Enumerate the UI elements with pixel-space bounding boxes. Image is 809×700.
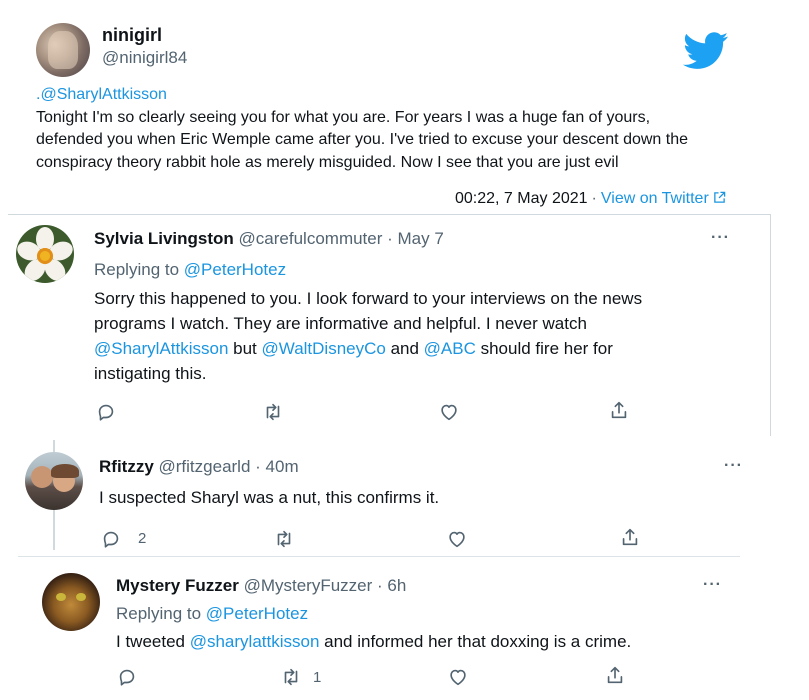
sylvia-avatar[interactable] [16,225,74,283]
reply-handle[interactable]: @rfitzgearld [159,457,251,476]
more-options-icon[interactable]: ··· [724,457,743,475]
reply-time[interactable]: · May 7 [387,229,444,248]
embed-text-line: Tonight I'm so clearly seeing you for wh… [36,108,651,126]
share-icon[interactable] [608,399,630,421]
reply-body: Sorry this happened to you. I look forwa… [94,286,754,386]
embed-display-name[interactable]: ninigirl [102,25,162,46]
twitter-bird-icon[interactable] [683,32,729,70]
replying-prefix: Replying to [94,260,180,279]
reply-count: 2 [138,530,147,547]
reply-icon[interactable] [95,401,117,423]
embed-timestamp[interactable]: 00:22, 7 May 2021 [455,190,588,207]
body-text: but [228,339,262,358]
reply-body-line: @SharylAttkisson but @WaltDisneyCo and @… [94,336,754,361]
reply-header: Rfitzzy @rfitzgearld · 40m [99,457,299,477]
share-icon[interactable] [619,526,641,548]
reply-display-name[interactable]: Mystery Fuzzer [116,576,239,595]
reply-handle[interactable]: @MysteryFuzzer [244,576,373,595]
embed-mention[interactable]: .@SharylAttkisson [36,84,756,107]
reply-header: Sylvia Livingston @carefulcommuter · May… [94,229,444,249]
reply-icon[interactable] [116,666,138,688]
reply-time[interactable]: · 6h [377,576,406,595]
rfitzzy-avatar[interactable] [25,452,83,510]
embed-text-line: defended you when Eric Wemple came after… [36,131,689,148]
mention-sharylattkisson[interactable]: @SharylAttkisson [94,339,228,358]
embed-handle[interactable]: @ninigirl84 [102,48,187,68]
embed-meta: 00:22, 7 May 2021 · View on Twitter [455,190,726,208]
ninigirl-avatar[interactable] [36,23,90,77]
reply-body-line: Sorry this happened to you. I look forwa… [94,289,643,308]
embed-text-line: conspiracy theory rabbit hole as merely … [36,153,619,171]
replying-to: Replying to @PeterHotez [116,604,308,624]
reply-separator [18,556,740,557]
retweet-icon[interactable] [280,666,302,688]
reply-body: I tweeted @sharylattkisson and informed … [116,629,631,654]
external-link-icon[interactable] [713,191,726,204]
mystery-fuzzer-avatar[interactable] [42,573,100,631]
share-icon[interactable] [604,664,626,686]
reply-icon[interactable] [100,528,122,550]
reply-display-name[interactable]: Rfitzzy [99,457,154,476]
replying-to-mention[interactable]: @PeterHotez [206,604,308,623]
replying-to: Replying to @PeterHotez [94,260,286,280]
like-icon[interactable] [447,666,469,688]
reply-display-name[interactable]: Sylvia Livingston [94,229,234,248]
view-on-twitter-link[interactable]: View on Twitter [601,190,709,207]
retweet-icon[interactable] [262,401,284,423]
body-text: and informed her that doxxing is a crime… [319,632,632,651]
reply-body: I suspected Sharyl was a nut, this confi… [99,488,440,507]
reply-time[interactable]: · 40m [255,457,298,476]
reply-header: Mystery Fuzzer @MysteryFuzzer · 6h [116,576,406,596]
body-text: I tweeted [116,632,190,651]
reply-body-line: instigating this. [94,364,207,383]
body-text: should fire her for [475,339,613,358]
mention-sharylattkisson[interactable]: @sharylattkisson [190,632,320,651]
reply-body-line: programs I watch. They are informative a… [94,314,587,333]
meta-separator: · [591,190,597,207]
retweet-count: 1 [313,669,322,686]
replying-to-mention[interactable]: @PeterHotez [184,260,286,279]
like-icon[interactable] [446,528,468,550]
replying-prefix: Replying to [116,604,202,623]
embed-tweet-text: .@SharylAttkisson Tonight I'm so clearly… [36,84,756,174]
reply-handle[interactable]: @carefulcommuter [239,229,383,248]
retweet-icon[interactable] [273,528,295,550]
more-options-icon[interactable]: ··· [711,229,730,247]
more-options-icon[interactable]: ··· [703,576,722,594]
like-icon[interactable] [438,401,460,423]
mention-waltdisneyco[interactable]: @WaltDisneyCo [262,339,386,358]
body-text: and [385,339,424,358]
mention-abc[interactable]: @ABC [424,339,476,358]
